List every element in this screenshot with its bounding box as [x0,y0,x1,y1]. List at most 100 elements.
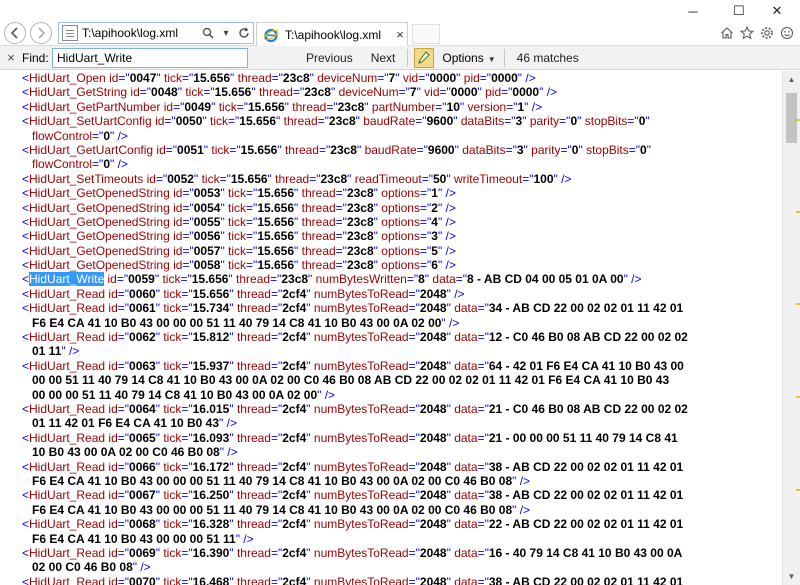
back-arrow-icon [10,27,18,39]
attribute-name: data [454,488,478,503]
tag-bracket: < [22,574,30,585]
quote: " [220,214,225,229]
attribute-equals: =" [477,488,489,503]
attribute-value: 100 [533,171,554,186]
vertical-scrollbar[interactable]: ▲ ▼ [782,71,800,585]
attribute-equals: =" [419,200,432,215]
attribute-value: 15.656 [257,243,295,258]
attribute-value: 15.656 [191,272,229,287]
scrollbar-thumb[interactable] [786,93,797,143]
attribute-value: 16.328 [192,517,230,532]
quote: " [453,114,458,129]
find-next-button[interactable]: Next [369,51,398,65]
quote: " [229,401,234,416]
attribute-equals: =" [117,430,130,445]
attribute-value: 16 - 40 79 14 C8 41 10 B0 43 00 0A [488,545,683,560]
attribute-equals: =" [181,330,193,345]
attribute-value: 15.734 [192,301,230,316]
tag-bracket: < [22,358,30,373]
attribute-name: thread [236,401,271,416]
find-options-button[interactable]: Options ▼ [442,51,495,65]
quote: " [347,171,352,186]
scroll-down-arrow-icon[interactable]: ▼ [783,568,800,585]
attribute-value: 15.656 [239,114,276,129]
forward-button[interactable] [30,22,52,44]
xml-line: <HidUart_GetOpenedString id="0054" tick=… [22,201,772,215]
attribute-name: thread [301,243,336,258]
tag-bracket: < [22,99,30,114]
tag-bracket: < [22,286,30,301]
quote: " [294,258,299,273]
home-icon[interactable] [718,24,736,42]
search-icon[interactable] [199,24,217,42]
attribute-equals: =" [408,358,420,373]
attribute-value: 15.656 [192,286,230,301]
attribute-equals: =" [181,488,193,503]
xml-line: <HidUart_Read id="0069" tick="16.390" th… [22,546,772,560]
address-text[interactable]: T:\apihook\log.xml [82,26,199,40]
attribute-name: data [454,358,478,373]
dropdown-chevron-icon[interactable]: ▾ [217,24,235,42]
address-bar[interactable]: T:\apihook\log.xml ▾ [58,22,254,44]
attribute-value: 15.656 [240,142,278,157]
attribute-equals: =" [419,229,432,244]
quote: " [446,401,451,416]
find-bar-close-button[interactable]: × [0,50,22,65]
attribute-equals: =" [406,272,419,287]
star-icon[interactable] [738,24,756,42]
attribute-equals: =" [270,517,283,532]
attribute-value: 23c8 [281,272,309,287]
xml-line: <HidUart_SetTimeouts id="0052" tick="15.… [22,172,772,186]
quote: " [229,358,234,373]
smiley-icon[interactable] [778,24,796,42]
ie-logo-icon [263,28,279,42]
separator [503,48,505,67]
match-marker [796,396,800,398]
attribute-equals: =" [229,142,241,157]
minimize-button[interactable]: ─ [670,0,716,22]
quote: " [364,99,369,114]
quote: " [220,243,225,258]
tab-close-button[interactable]: × [393,27,407,42]
xml-line: <HidUart_GetOpenedString id="0056" tick=… [22,229,772,243]
attribute-equals: =" [439,85,451,100]
attribute-equals: =" [182,243,194,258]
refresh-icon[interactable] [235,24,253,42]
attribute-equals: =" [627,114,639,129]
tag-close: /> [627,272,642,287]
gear-icon[interactable] [758,24,776,42]
attribute-value: 38 - AB CD 22 00 02 02 01 11 42 01 [488,488,684,503]
highlight-matches-button[interactable] [414,47,435,68]
attribute-name: tick [163,330,182,345]
close-window-button[interactable]: ✕ [754,0,800,22]
attribute-equals: =" [415,114,427,129]
tab-log-xml[interactable]: T:\apihook\log.xml × [256,22,408,46]
attribute-name: id [108,459,118,474]
tag-close: /> [522,71,536,85]
attribute-value: 23c8 [337,99,365,114]
find-bar: × Find: Previous Next Options▼ 46 matche… [0,46,800,70]
attribute-equals: =" [92,128,104,143]
attribute-name: data [454,401,478,416]
find-input[interactable] [52,47,248,68]
attribute-equals: =" [408,574,420,585]
tag-name: HidUart_GetOpenedString [29,258,170,273]
attribute-name: numBytesToRead [313,545,409,560]
find-previous-button[interactable]: Previous [304,51,355,65]
tag-close: /> [442,243,456,258]
back-button[interactable] [4,22,26,44]
tag-bracket: < [22,517,30,532]
quote: " [306,358,311,373]
attribute-value: 38 - AB CD 22 00 02 02 01 11 42 01 [488,574,684,585]
scroll-up-arrow-icon[interactable]: ▲ [783,71,800,88]
new-tab-button[interactable] [412,24,440,44]
attribute-name: thread [284,142,319,157]
xml-document-view[interactable]: <HidUart_Open id="0047" tick="15.656" th… [0,71,782,585]
attribute-name: id [108,330,118,345]
match-marker [796,303,800,305]
attribute-equals: =" [270,545,283,560]
attribute-name: numBytesToRead [313,459,409,474]
xml-line: <HidUart_Read id="0064" tick="16.015" th… [22,402,772,416]
attribute-name: id [108,574,118,585]
quote: " [446,430,451,445]
